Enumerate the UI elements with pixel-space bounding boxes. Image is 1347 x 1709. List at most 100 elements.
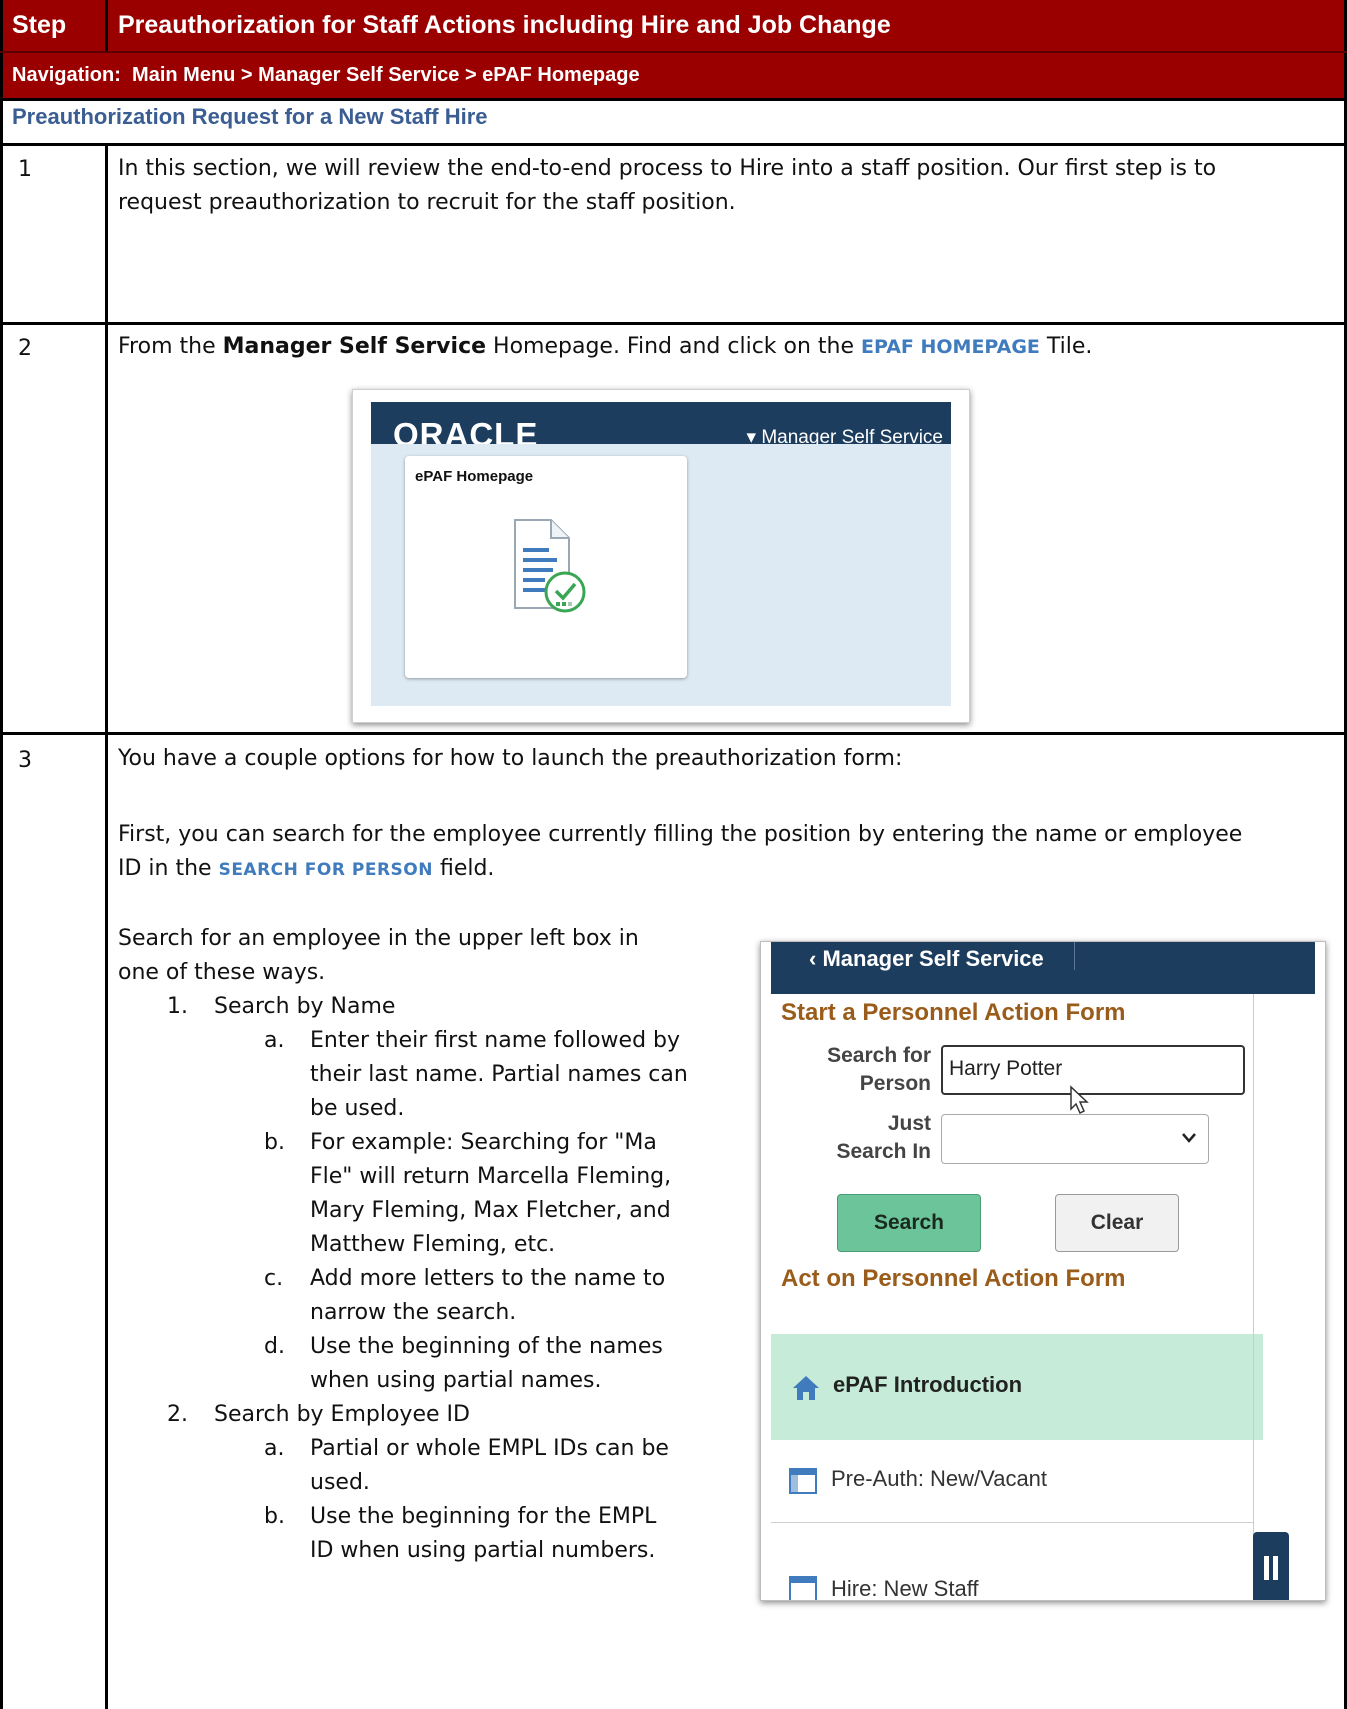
text-line: First, you can search for the employee c…	[118, 822, 1243, 847]
epaf-homepage-keyword: EPAF HOMEPAGE	[861, 336, 1040, 358]
label-line: Person	[859, 1072, 931, 1095]
panel-divider	[1253, 994, 1254, 1600]
list-item-text: Add more letters to the name to narrow t…	[310, 1262, 665, 1330]
row-divider	[0, 143, 1347, 146]
text-line: For example: Searching for "Ma	[310, 1130, 657, 1155]
search-for-person-label: Search for Person	[781, 1042, 931, 1098]
step-number: 2	[18, 336, 32, 361]
step-2-description: From the Manager Self Service Homepage. …	[118, 330, 1092, 364]
text-line: when using partial names.	[310, 1368, 602, 1393]
text-run: From the	[118, 334, 223, 359]
step-1-description: In this section, we will review the end-…	[118, 152, 1216, 220]
list-item-text: Use the beginning of the names when usin…	[310, 1330, 663, 1398]
text-line: used.	[310, 1470, 370, 1495]
oracle-header-bar: ORACLE ▾ Manager Self Service	[371, 402, 951, 453]
pre-auth-new-vacant-item[interactable]: Pre-Auth: New/Vacant	[771, 1440, 1253, 1523]
label-line: Search for	[827, 1044, 931, 1067]
text-line: Enter their first name followed by	[310, 1028, 681, 1053]
pause-icon	[1264, 1556, 1278, 1580]
personnel-action-form-screenshot: ‹ Manager Self Service Start a Personnel…	[760, 941, 1326, 1601]
manager-self-service-bar: ‹ Manager Self Service	[771, 942, 1315, 994]
text-line: Mary Fleming, Max Fletcher, and	[310, 1198, 671, 1223]
list-marker: 2.	[167, 1402, 188, 1427]
row-divider	[0, 98, 1347, 101]
text-line: one of these ways.	[118, 960, 326, 985]
text-line: ID when using partial numbers.	[310, 1538, 656, 1563]
document-title: Preauthorization for Staff Actions inclu…	[118, 11, 891, 39]
list-marker: c.	[264, 1266, 284, 1291]
table-border-left	[0, 0, 3, 1709]
document-check-icon	[514, 519, 586, 613]
epaf-introduction-label: ePAF Introduction	[833, 1372, 1023, 1397]
list-marker: a.	[264, 1436, 285, 1461]
navigation-row: Navigation: Main Menu > Manager Self Ser…	[0, 52, 1347, 100]
document-page: Step Preauthorization for Staff Actions …	[0, 0, 1347, 1709]
start-paf-section-title: Start a Personnel Action Form	[781, 999, 1126, 1026]
act-on-paf-section-title: Act on Personnel Action Form	[781, 1265, 1126, 1292]
form-icon	[789, 1576, 817, 1600]
text-line: request preauthorization to recruit for …	[118, 190, 736, 215]
text-line: Partial or whole EMPL IDs can be	[310, 1436, 669, 1461]
table-header-row: Step Preauthorization for Staff Actions …	[0, 0, 1347, 52]
text-run: field.	[432, 856, 495, 881]
list-item-text: Enter their first name followed by their…	[310, 1024, 688, 1126]
text-line: Matthew Fleming, etc.	[310, 1232, 556, 1257]
section-subheading: Preauthorization Request for a New Staff…	[12, 104, 488, 129]
text-line: be used.	[310, 1096, 405, 1121]
text-line: Search for an employee in the upper left…	[118, 926, 639, 951]
hire-new-staff-item[interactable]: Hire: New Staff	[771, 1554, 1253, 1600]
form-icon	[789, 1468, 817, 1494]
search-button[interactable]: Search	[837, 1194, 981, 1252]
list-item-text: Use the beginning for the EMPL ID when u…	[310, 1500, 656, 1568]
hire-new-staff-label: Hire: New Staff	[831, 1576, 979, 1600]
text-line: their last name. Partial names can	[310, 1062, 688, 1087]
list-marker: 1.	[167, 994, 188, 1019]
navigation-separator: :	[114, 64, 121, 86]
text-line: Fle" will return Marcella Fleming,	[310, 1164, 672, 1189]
text-run: ID in the	[118, 856, 219, 881]
back-to-manager-self-service-link[interactable]: ‹ Manager Self Service	[809, 946, 1044, 972]
step-column-header: Step	[12, 11, 67, 39]
step-column-divider	[105, 143, 108, 1709]
bar-divider	[1074, 942, 1075, 970]
epaf-introduction-item[interactable]: ePAF Introduction	[771, 1334, 1263, 1440]
step-number: 3	[18, 748, 32, 773]
step-3-search-instructions: Search for an employee in the upper left…	[118, 922, 639, 990]
text-run: Homepage. Find and click on the	[486, 334, 862, 359]
search-input-value: Harry Potter	[949, 1057, 1063, 1080]
just-search-in-label: Just Search In	[781, 1110, 931, 1166]
header-column-divider	[105, 0, 108, 52]
text-line: ID in the SEARCH FOR PERSON field.	[118, 852, 1242, 887]
just-search-in-dropdown[interactable]	[941, 1114, 1209, 1164]
text-line: Use the beginning of the names	[310, 1334, 663, 1359]
clear-button[interactable]: Clear	[1055, 1194, 1179, 1252]
text-line: Add more letters to the name to	[310, 1266, 666, 1291]
epaf-homepage-tile[interactable]: ePAF Homepage	[405, 456, 687, 678]
label-line: Search In	[836, 1140, 931, 1163]
manager-self-service-emphasis: Manager Self Service	[222, 334, 487, 359]
navigation-label: Navigation	[12, 64, 115, 86]
list-marker: b.	[264, 1130, 285, 1155]
pre-auth-new-vacant-label: Pre-Auth: New/Vacant	[831, 1466, 1048, 1491]
list-item-text: Search by Name	[214, 994, 396, 1019]
text-line: Use the beginning for the EMPL	[310, 1504, 657, 1529]
search-for-person-input[interactable]: Harry Potter	[941, 1045, 1245, 1115]
row-divider	[0, 732, 1347, 735]
pause-button[interactable]	[1253, 1532, 1289, 1600]
list-item-text: Search by Employee ID	[214, 1402, 470, 1427]
text-run: Tile.	[1039, 334, 1093, 359]
step-3-first-option: First, you can search for the employee c…	[118, 818, 1242, 887]
list-item-text: Partial or whole EMPL IDs can be used.	[310, 1432, 669, 1500]
navigation-path: Main Menu > Manager Self Service > ePAF …	[132, 64, 640, 86]
label-line: Just	[887, 1112, 931, 1135]
text-line: In this section, we will review the end-…	[118, 156, 1217, 181]
chevron-down-icon	[1182, 1133, 1196, 1143]
step-3-intro: You have a couple options for how to lau…	[118, 746, 903, 771]
list-marker: d.	[264, 1334, 285, 1359]
list-marker: b.	[264, 1504, 285, 1529]
search-for-person-keyword: SEARCH FOR PERSON	[218, 860, 433, 880]
step-number: 1	[18, 157, 32, 182]
tile-title: ePAF Homepage	[415, 468, 534, 485]
text-line: narrow the search.	[310, 1300, 517, 1325]
mouse-cursor-icon	[1070, 1085, 1089, 1115]
